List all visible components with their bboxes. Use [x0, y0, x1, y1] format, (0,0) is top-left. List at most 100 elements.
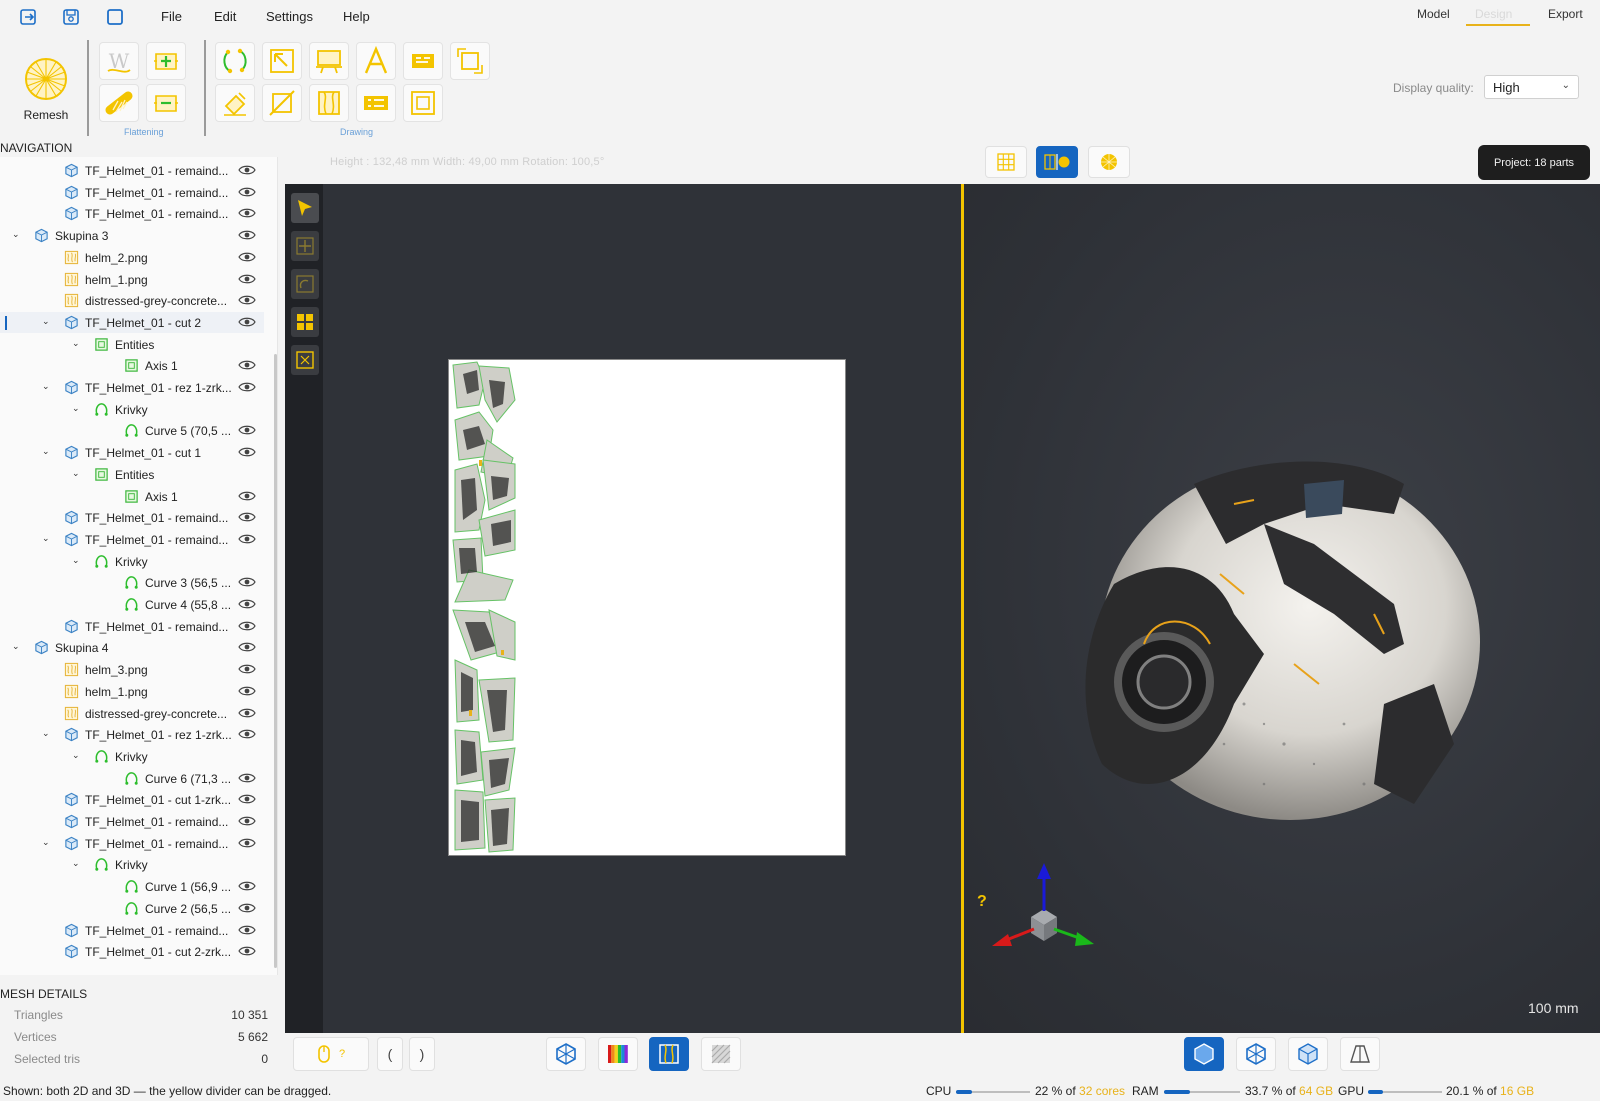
exit-icon[interactable]: [12, 4, 44, 30]
visibility-eye-icon[interactable]: [238, 685, 256, 697]
tree-item[interactable]: helm_3.png: [0, 659, 264, 680]
visibility-eye-icon[interactable]: [238, 620, 256, 632]
menu-settings[interactable]: Settings: [266, 9, 313, 24]
wireframe-2d-button[interactable]: [546, 1037, 586, 1071]
chevron-down-icon[interactable]: ⌄: [12, 229, 22, 239]
tree-item[interactable]: ⌄ Krivky: [0, 854, 264, 875]
texture-w-tool[interactable]: W: [99, 42, 139, 80]
tree-item[interactable]: Curve 5 (70,5 ...: [0, 420, 264, 441]
save-icon[interactable]: [55, 4, 87, 30]
list-tool[interactable]: [356, 84, 396, 122]
chevron-down-icon[interactable]: ⌄: [72, 403, 82, 413]
tree-item[interactable]: ⌄ TF_Helmet_01 - rez 1-zrk...: [0, 377, 264, 398]
text-tool[interactable]: [356, 42, 396, 80]
visibility-eye-icon[interactable]: [238, 511, 256, 523]
arrange-tool[interactable]: [291, 307, 319, 337]
mouse-hint-button[interactable]: ?: [293, 1037, 369, 1071]
remesh-button[interactable]: Remesh: [18, 56, 74, 122]
pattern-tool[interactable]: [309, 84, 349, 122]
visibility-eye-icon[interactable]: [238, 663, 256, 675]
visibility-eye-icon[interactable]: [238, 641, 256, 653]
tree-item[interactable]: TF_Helmet_01 - remaind...: [0, 160, 264, 181]
visibility-eye-icon[interactable]: [238, 902, 256, 914]
rotate-tool[interactable]: [215, 42, 255, 80]
rotate-part-tool[interactable]: [291, 269, 319, 299]
navigation-scrollbar[interactable]: [274, 354, 277, 968]
visibility-eye-icon[interactable]: [238, 576, 256, 588]
tree-item[interactable]: ⌄ Krivky: [0, 399, 264, 420]
chevron-down-icon[interactable]: ⌄: [72, 468, 82, 478]
viewport-help-icon[interactable]: ?: [977, 893, 987, 911]
tree-item[interactable]: distressed-grey-concrete...: [0, 703, 264, 724]
visibility-eye-icon[interactable]: [238, 316, 256, 328]
tree-item[interactable]: ⌄ Skupina 4: [0, 637, 264, 658]
visibility-eye-icon[interactable]: [238, 229, 256, 241]
tree-item[interactable]: TF_Helmet_01 - remaind...: [0, 616, 264, 637]
chevron-down-icon[interactable]: ⌄: [72, 750, 82, 760]
visibility-eye-icon[interactable]: [238, 945, 256, 957]
visibility-eye-icon[interactable]: [238, 251, 256, 263]
chevron-down-icon[interactable]: ⌄: [72, 338, 82, 348]
slash-tool[interactable]: [262, 84, 302, 122]
visibility-eye-icon[interactable]: [238, 490, 256, 502]
perspective-button[interactable]: [1340, 1037, 1380, 1071]
3d-view-button[interactable]: [1088, 146, 1130, 178]
frame-tool[interactable]: [450, 42, 490, 80]
print-sheet[interactable]: [448, 359, 846, 856]
tree-item[interactable]: ⌄ Skupina 3: [0, 225, 264, 246]
tree-item[interactable]: Curve 6 (71,3 ...: [0, 768, 264, 789]
tree-item[interactable]: TF_Helmet_01 - remaind...: [0, 203, 264, 224]
new-project-icon[interactable]: [99, 4, 131, 30]
visibility-eye-icon[interactable]: [238, 424, 256, 436]
visibility-eye-icon[interactable]: [238, 707, 256, 719]
pan-tool[interactable]: [291, 231, 319, 261]
add-cut-tool[interactable]: [146, 42, 186, 80]
visibility-eye-icon[interactable]: [238, 793, 256, 805]
visibility-eye-icon[interactable]: [238, 598, 256, 610]
tree-item[interactable]: TF_Helmet_01 - cut 1-zrk...: [0, 789, 264, 810]
tree-item[interactable]: TF_Helmet_01 - remaind...: [0, 507, 264, 528]
tree-item[interactable]: Curve 1 (56,9 ...: [0, 876, 264, 897]
tab-export[interactable]: Export: [1548, 7, 1583, 21]
menu-help[interactable]: Help: [343, 9, 370, 24]
tree-item[interactable]: Curve 3 (56,5 ...: [0, 572, 264, 593]
menu-file[interactable]: File: [161, 9, 182, 24]
chevron-down-icon[interactable]: ⌄: [72, 858, 82, 868]
split-view-button[interactable]: [1036, 146, 1078, 178]
visibility-eye-icon[interactable]: [238, 446, 256, 458]
spring-tool[interactable]: [99, 84, 139, 122]
solid-3d-button[interactable]: [1184, 1037, 1224, 1071]
navigation-tree[interactable]: TF_Helmet_01 - remaind... TF_Helmet_01 - …: [0, 157, 278, 975]
chevron-down-icon[interactable]: ⌄: [42, 728, 52, 738]
chevron-down-icon[interactable]: ⌄: [72, 555, 82, 565]
visibility-eye-icon[interactable]: [238, 837, 256, 849]
visibility-eye-icon[interactable]: [238, 207, 256, 219]
tree-item[interactable]: TF_Helmet_01 - remaind...: [0, 182, 264, 203]
visibility-eye-icon[interactable]: [238, 381, 256, 393]
tree-item[interactable]: helm_1.png: [0, 681, 264, 702]
3d-viewport[interactable]: [964, 184, 1600, 1033]
visibility-eye-icon[interactable]: [238, 533, 256, 545]
tree-item[interactable]: ⌄ TF_Helmet_01 - rez 1-zrk...: [0, 724, 264, 745]
tree-item[interactable]: helm_1.png: [0, 269, 264, 290]
visibility-eye-icon[interactable]: [238, 815, 256, 827]
tree-item[interactable]: Axis 1: [0, 486, 264, 507]
inset-frame-tool[interactable]: [403, 84, 443, 122]
tab-design[interactable]: Design: [1475, 7, 1512, 21]
board-tool[interactable]: [309, 42, 349, 80]
visibility-eye-icon[interactable]: [238, 359, 256, 371]
tree-item[interactable]: TF_Helmet_01 - remaind...: [0, 811, 264, 832]
hatch-button[interactable]: [701, 1037, 741, 1071]
visibility-eye-icon[interactable]: [238, 164, 256, 176]
visibility-eye-icon[interactable]: [238, 273, 256, 285]
visibility-eye-icon[interactable]: [238, 880, 256, 892]
color-map-button[interactable]: [598, 1037, 638, 1071]
tree-item[interactable]: Axis 1: [0, 355, 264, 376]
chevron-down-icon[interactable]: ⌄: [42, 533, 52, 543]
chevron-down-icon[interactable]: ⌄: [42, 446, 52, 456]
tree-item[interactable]: ⌄ Entities: [0, 334, 264, 355]
tree-item[interactable]: ⌄ TF_Helmet_01 - cut 1: [0, 442, 264, 463]
visibility-eye-icon[interactable]: [238, 772, 256, 784]
fit-tool[interactable]: [291, 345, 319, 375]
tree-item[interactable]: TF_Helmet_01 - cut 2-zrk...: [0, 941, 264, 962]
